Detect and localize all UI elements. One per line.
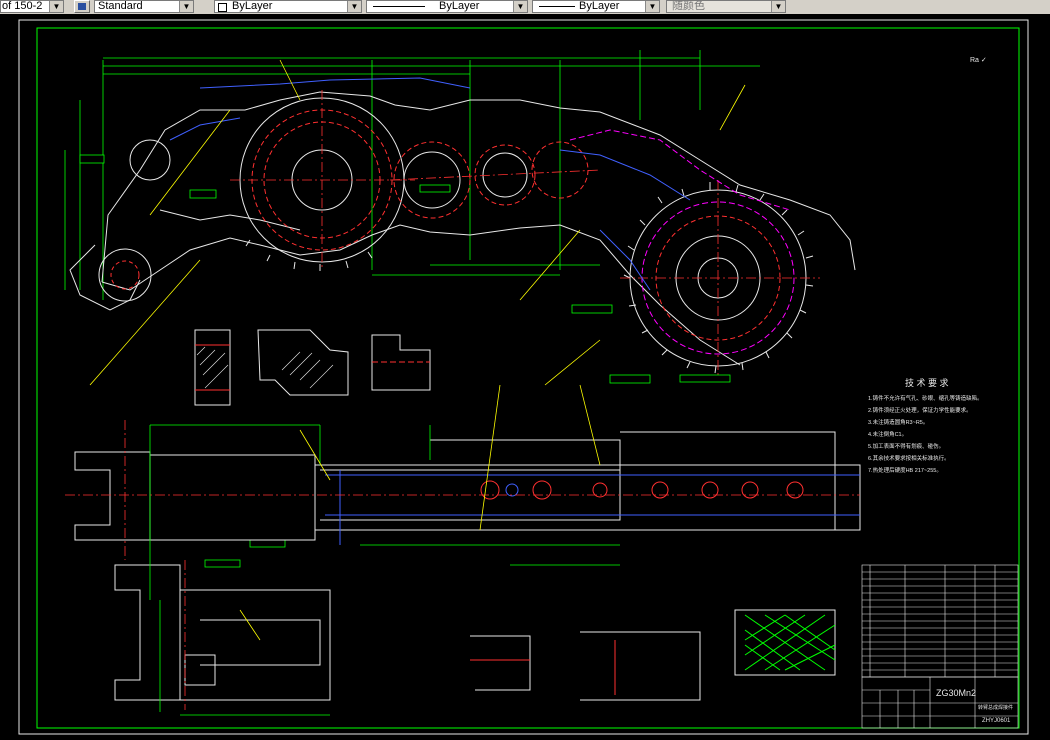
bottom-centre-lines — [65, 420, 860, 710]
plot-style-dropdown[interactable]: 随颜色 ▼ — [666, 0, 786, 13]
lineweight-value: ByLayer — [579, 0, 620, 12]
inner-paths — [169, 77, 791, 291]
text-style-dropdown[interactable]: Standard ▼ — [94, 0, 194, 13]
centre-lines — [230, 90, 820, 375]
parts-list — [861, 564, 1019, 678]
linetype-dropdown[interactable]: ByLayer ▼ — [366, 0, 528, 13]
tech-note: 4.未注倒角C1。 — [868, 430, 907, 438]
chevron-down-icon: ▼ — [513, 1, 527, 12]
detail-views — [470, 609, 836, 701]
chevron-down-icon: ▼ — [645, 1, 659, 12]
chevron-down-icon: ▼ — [49, 1, 63, 12]
bottom-plan-view — [74, 431, 861, 701]
layer-value: ByLayer — [232, 0, 273, 12]
drawing-number-label: ZHYJ0601 — [982, 718, 1011, 724]
cad-drawing: Ra ✓ 技 术 要 求 1.铸件不允许有气孔、砂眼、缩孔等铸造缺陷。 2.铸件… — [18, 19, 1029, 735]
text-style-value: Standard — [98, 0, 143, 12]
bottom-holes — [480, 480, 804, 500]
layer-dropdown[interactable]: ByLayer ▼ — [214, 0, 362, 13]
scale-value: of 150-2 — [2, 0, 43, 12]
chevron-down-icon: ▼ — [771, 1, 785, 12]
tech-note: 2.铸件须经正火处理，保证力学性能要求。 — [868, 406, 972, 414]
text-style-icon — [78, 3, 86, 10]
section-hatching — [196, 346, 334, 389]
text-style-manager-button[interactable] — [74, 0, 90, 13]
tech-note: 3.未注铸造圆角R3~R5。 — [868, 418, 928, 426]
tech-note: 7.热处理后硬度HB 217~255。 — [868, 466, 942, 474]
top-arm-outline — [69, 91, 856, 366]
material-label: ZG30Mn2 — [936, 688, 976, 698]
tech-note: 5.加工表面不得有划痕、碰伤。 — [868, 442, 944, 450]
lineweight-dropdown[interactable]: ByLayer ▼ — [532, 0, 660, 13]
part-name-label: 转臂总成焊接件 — [978, 704, 1013, 711]
bottom-leaders — [239, 384, 601, 641]
linetype-preview-icon — [373, 6, 425, 7]
tech-notes: 1.铸件不允许有气孔、砂眼、缩孔等铸造缺陷。 2.铸件须经正火处理，保证力学性能… — [868, 394, 983, 474]
roughness-mark: Ra ✓ — [970, 57, 987, 64]
bottom-dimensions — [149, 424, 620, 716]
top-dimensions — [64, 50, 760, 300]
properties-toolbar: of 150-2 ▼ Standard ▼ ByLayer ▼ ByLayer … — [0, 0, 1050, 15]
scale-dropdown[interactable]: of 150-2 ▼ — [0, 0, 64, 13]
gear-teeth — [245, 182, 814, 374]
drawing-canvas[interactable]: Ra ✓ 技 术 要 求 1.铸件不允许有气孔、砂眼、缩孔等铸造缺陷。 2.铸件… — [0, 14, 1050, 740]
color-swatch-icon — [218, 3, 227, 12]
bottom-blue-lines — [325, 470, 860, 545]
lineweight-preview-icon — [539, 6, 575, 7]
chevron-down-icon: ▼ — [179, 1, 193, 12]
tech-note: 6.其余技术要求按相关标准执行。 — [868, 454, 950, 462]
plot-style-value: 随颜色 — [672, 0, 705, 12]
linetype-value: ByLayer — [439, 0, 480, 12]
leader-lines — [89, 59, 746, 386]
wheel-hubs — [98, 97, 807, 367]
knurl-pattern — [744, 614, 836, 671]
tolerance-frames — [79, 154, 731, 568]
tech-note: 1.铸件不允许有气孔、砂眼、缩孔等铸造缺陷。 — [868, 394, 983, 402]
chevron-down-icon: ▼ — [347, 1, 361, 12]
tech-requirements-title: 技 术 要 求 — [905, 377, 949, 388]
